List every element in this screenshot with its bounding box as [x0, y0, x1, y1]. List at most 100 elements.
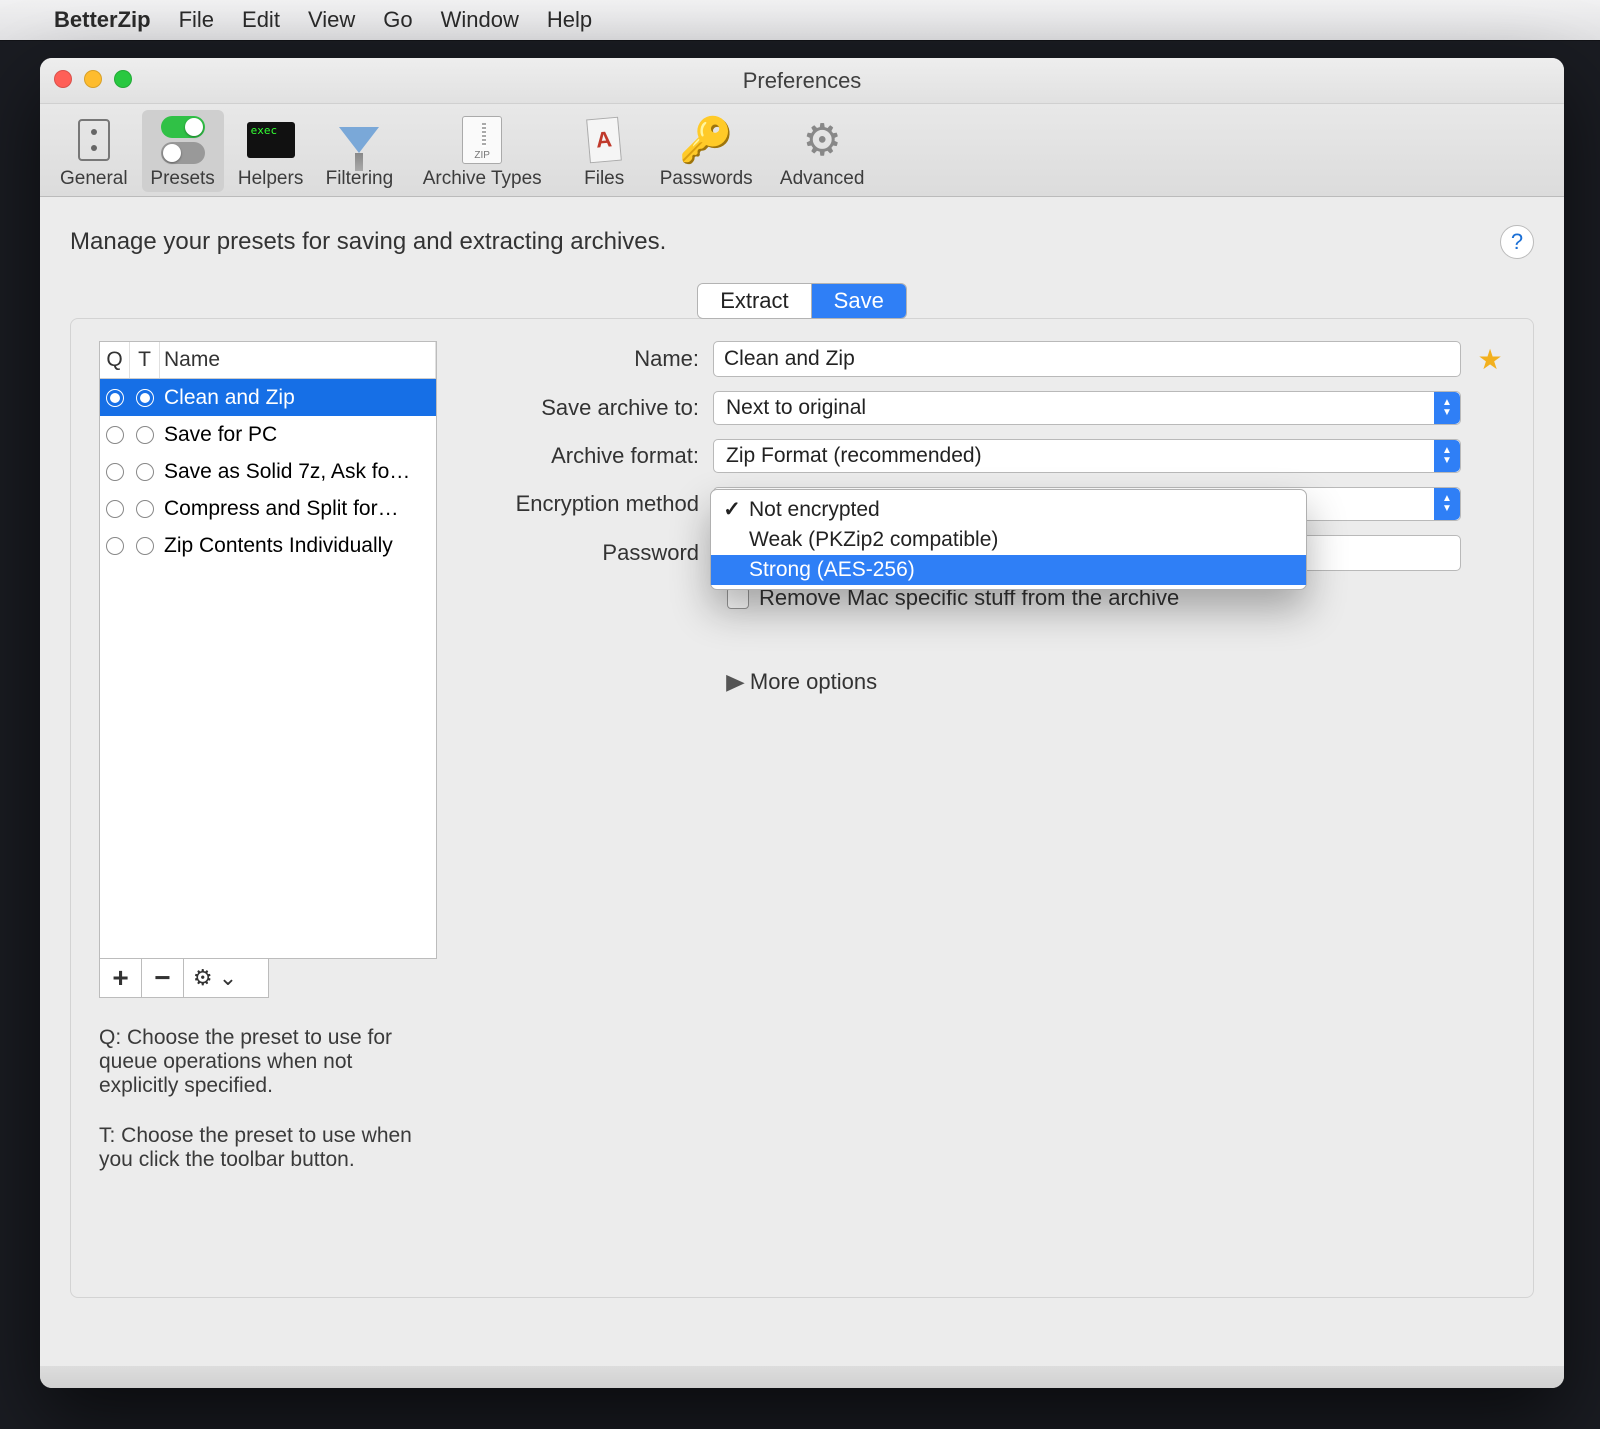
q-radio[interactable] — [100, 537, 130, 555]
tab-presets[interactable]: Presets — [142, 110, 224, 192]
menu-view[interactable]: View — [308, 7, 355, 33]
explain-text: Q: Choose the preset to use for queue op… — [99, 1026, 437, 1172]
header-name[interactable]: Name — [160, 342, 436, 378]
q-radio[interactable] — [100, 426, 130, 444]
preset-list: Q T Name Clean and Zip Save for PC — [99, 341, 437, 959]
zip-icon: ZIP — [462, 116, 502, 164]
chevron-down-icon: ⌄ — [219, 965, 237, 991]
explain-t: T: Choose the preset to use when you cli… — [99, 1124, 437, 1172]
checkmark-icon: ✓ — [721, 497, 743, 522]
tab-archive-types[interactable]: ZIP Archive Types — [407, 110, 557, 192]
tab-general[interactable]: General — [52, 110, 136, 192]
gear-icon: ⚙ — [193, 965, 213, 991]
header-q[interactable]: Q — [100, 342, 130, 378]
menu-go[interactable]: Go — [383, 7, 412, 33]
window-controls — [54, 70, 132, 88]
tab-filtering[interactable]: Filtering — [318, 110, 402, 192]
tab-helpers[interactable]: Helpers — [230, 110, 312, 192]
chevron-updown-icon: ▲▼ — [1434, 488, 1460, 520]
system-menubar: BetterZip File Edit View Go Window Help — [0, 0, 1600, 40]
header-t[interactable]: T — [130, 342, 160, 378]
tab-label: General — [60, 168, 128, 190]
menu-edit[interactable]: Edit — [242, 7, 280, 33]
t-radio[interactable] — [130, 389, 160, 407]
preferences-window: Preferences General Presets Helpers Filt… — [40, 58, 1564, 1388]
format-popup[interactable]: Zip Format (recommended) ▲▼ — [713, 439, 1461, 473]
tab-advanced[interactable]: ⚙ Advanced — [767, 110, 877, 192]
password-label: Password — [463, 540, 713, 566]
preset-actions-menu[interactable]: ⚙ ⌄ — [184, 959, 246, 997]
t-radio[interactable] — [130, 500, 160, 518]
more-options-label: More options — [750, 669, 877, 695]
key-icon: 🔑 — [679, 114, 734, 166]
tab-label: Helpers — [238, 168, 303, 190]
tab-label: Advanced — [780, 168, 865, 190]
row-name: Compress and Split for… — [160, 497, 430, 521]
list-row[interactable]: Save for PC — [100, 416, 436, 453]
remove-mac-checkbox[interactable] — [727, 587, 749, 609]
segment-save[interactable]: Save — [811, 284, 906, 318]
files-icon — [586, 117, 622, 164]
tab-label: Passwords — [660, 168, 753, 190]
window-title: Preferences — [743, 68, 862, 94]
save-to-popup[interactable]: Next to original ▲▼ — [713, 391, 1461, 425]
more-options-disclosure[interactable]: ▶ More options — [727, 669, 1505, 695]
close-button[interactable] — [54, 70, 72, 88]
favorite-star-icon[interactable]: ★ — [1475, 344, 1505, 374]
helpers-icon — [247, 122, 295, 158]
minimize-button[interactable] — [84, 70, 102, 88]
option-label: Strong (AES-256) — [749, 558, 915, 582]
option-label: Not encrypted — [749, 498, 880, 522]
format-label: Archive format: — [463, 443, 713, 469]
app-menu[interactable]: BetterZip — [54, 7, 151, 33]
tab-label: Presets — [150, 168, 214, 190]
list-row[interactable]: Compress and Split for… — [100, 490, 436, 527]
list-header: Q T Name — [100, 342, 436, 379]
help-button[interactable]: ? — [1500, 225, 1534, 259]
t-radio[interactable] — [130, 537, 160, 555]
t-radio[interactable] — [130, 463, 160, 481]
t-radio[interactable] — [130, 426, 160, 444]
titlebar: Preferences — [40, 58, 1564, 104]
list-row[interactable]: Save as Solid 7z, Ask fo… — [100, 453, 436, 490]
tab-label: Filtering — [326, 168, 394, 190]
zoom-button[interactable] — [114, 70, 132, 88]
remove-preset-button[interactable]: − — [142, 959, 184, 997]
mode-segmented: Extract Save — [70, 283, 1534, 319]
preferences-body: Manage your presets for saving and extra… — [40, 197, 1564, 1383]
explain-q: Q: Choose the preset to use for queue op… — [99, 1026, 437, 1098]
add-preset-button[interactable]: + — [100, 959, 142, 997]
row-name: Zip Contents Individually — [160, 534, 430, 558]
q-radio[interactable] — [100, 500, 130, 518]
encryption-label: Encryption method — [463, 491, 713, 517]
tab-passwords[interactable]: 🔑 Passwords — [651, 110, 761, 192]
encryption-option[interactable]: ✓ Not encrypted — [711, 494, 1306, 525]
encryption-option[interactable]: Weak (PKZip2 compatible) — [711, 525, 1306, 555]
segment-extract[interactable]: Extract — [698, 284, 810, 318]
row-name: Save for PC — [160, 423, 430, 447]
menu-window[interactable]: Window — [441, 7, 519, 33]
list-row[interactable]: Zip Contents Individually — [100, 527, 436, 564]
page-description: Manage your presets for saving and extra… — [70, 228, 666, 256]
menu-help[interactable]: Help — [547, 7, 592, 33]
chevron-updown-icon: ▲▼ — [1434, 392, 1460, 424]
option-label: Weak (PKZip2 compatible) — [749, 528, 998, 552]
tab-label: Archive Types — [423, 168, 542, 190]
menu-file[interactable]: File — [179, 7, 214, 33]
popup-value: Next to original — [726, 396, 866, 420]
disclosure-triangle-icon: ▶ — [726, 669, 745, 695]
list-row[interactable]: Clean and Zip — [100, 379, 436, 416]
encryption-option[interactable]: Strong (AES-256) — [711, 555, 1306, 585]
filter-icon — [339, 127, 379, 153]
tab-label: Files — [584, 168, 624, 190]
preferences-toolbar: General Presets Helpers Filtering ZIP Ar… — [40, 104, 1564, 197]
q-radio[interactable] — [100, 463, 130, 481]
q-radio[interactable] — [100, 389, 130, 407]
name-field[interactable] — [713, 341, 1461, 377]
general-icon — [78, 119, 110, 161]
save-to-label: Save archive to: — [463, 395, 713, 421]
presets-icon — [161, 116, 205, 164]
encryption-dropdown-menu: ✓ Not encrypted Weak (PKZip2 compatible)… — [710, 489, 1307, 590]
tab-files[interactable]: Files — [563, 110, 645, 192]
name-label: Name: — [463, 346, 713, 372]
